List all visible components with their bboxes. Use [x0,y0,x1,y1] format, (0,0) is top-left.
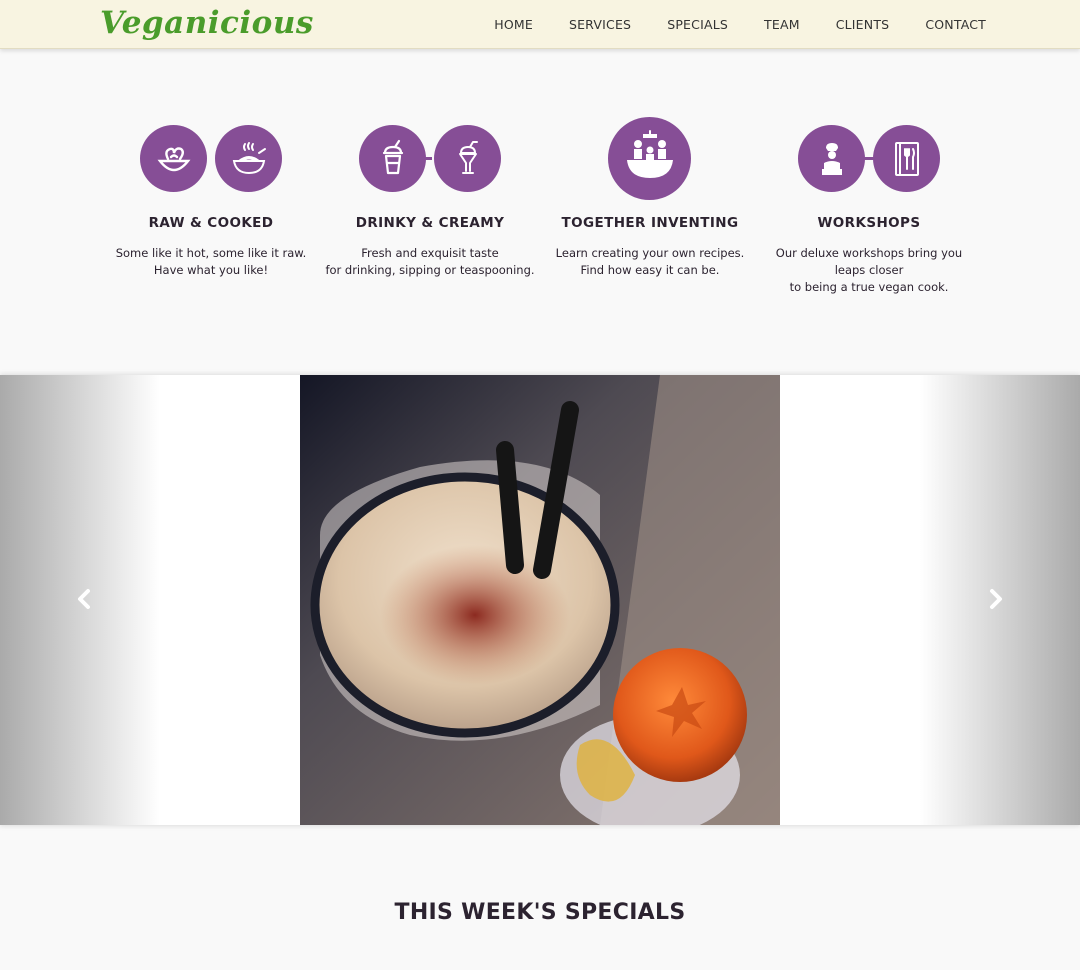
service-icons [310,125,550,215]
nav-specials[interactable]: SPECIALS [667,17,728,32]
nav-services[interactable]: SERVICES [569,17,631,32]
milkshake-icon [434,125,501,192]
services-section: RAW & COOKED Some like it hot, some like… [0,49,1080,375]
service-description-line: for drinking, sipping or teaspooning. [325,263,535,277]
image-carousel [0,375,1080,825]
recipe-book-icon [873,125,940,192]
service-icons [91,125,331,215]
nav-contact[interactable]: CONTACT [925,17,986,32]
service-description-line: to being a true vegan cook. [789,280,949,294]
service-description: Fresh and exquisit taste for drinking, s… [310,245,550,279]
service-description: Some like it hot, some like it raw. Have… [91,245,331,279]
service-description-line: Learn creating your own recipes. [555,246,745,260]
service-description: Learn creating your own recipes. Find ho… [530,245,770,279]
carousel-slide-image [300,375,780,825]
service-title: RAW & COOKED [148,215,274,231]
service-title: DRINKY & CREAMY [355,215,505,231]
carousel-next-button[interactable] [984,587,1008,611]
service-description-line: Have what you like! [153,263,269,277]
nav-home[interactable]: HOME [494,17,533,32]
specials-heading: THIS WEEK'S SPECIALS [394,900,686,925]
navbar: Veganicious HOME SERVICES SPECIALS TEAM … [0,0,1080,49]
cooked-bowl-icon [140,125,207,192]
chef-icon [798,125,865,192]
service-description-line: Some like it hot, some like it raw. [115,246,307,260]
chevron-right-icon [990,589,1002,609]
service-description-line: Find how easy it can be. [580,263,720,277]
carousel-prev-button[interactable] [72,587,96,611]
nav-clients[interactable]: CLIENTS [836,17,890,32]
service-icons [530,117,770,207]
service-description-line: leaps closer [834,263,904,277]
nav-team[interactable]: TEAM [764,17,800,32]
service-description-line: Fresh and exquisit taste [361,246,499,260]
service-icons [749,125,989,215]
main-nav: HOME SERVICES SPECIALS TEAM CLIENTS CONT… [458,0,986,49]
service-description: Our deluxe workshops bring you leaps clo… [749,245,989,296]
service-description-line: Our deluxe workshops bring you [775,246,963,260]
brand-logo[interactable]: Veganicious [100,5,314,41]
drink-cup-icon [359,125,426,192]
cooking-together-icon [608,117,691,200]
chevron-left-icon [78,589,90,609]
service-title: WORKSHOPS [817,215,921,231]
noodle-bowl-icon [215,125,282,192]
service-title: TOGETHER INVENTING [561,215,739,231]
